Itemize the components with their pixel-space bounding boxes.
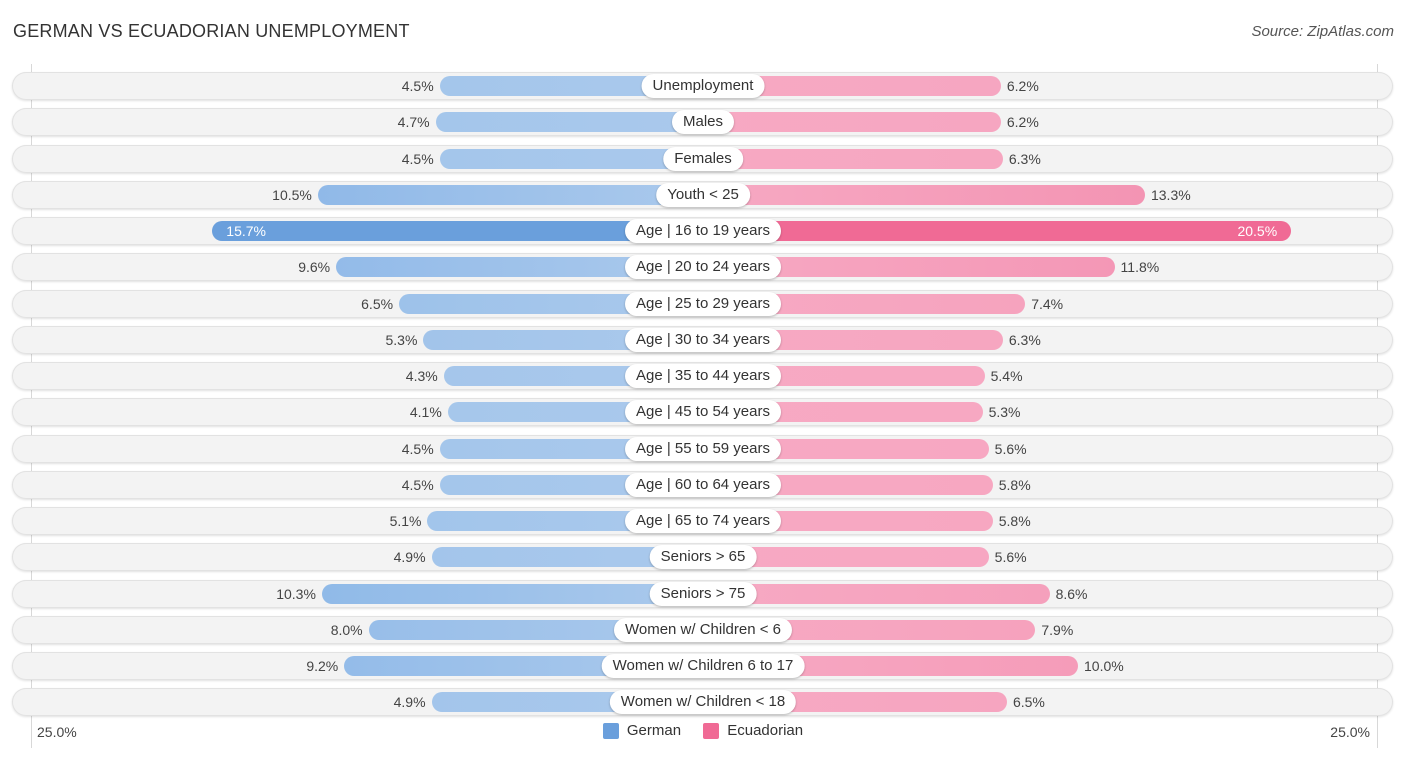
bar-ecuadorian[interactable] <box>703 221 1292 241</box>
value-label-ecuadorian: 5.6% <box>994 549 1027 566</box>
legend-label-ecuadorian: Ecuadorian <box>727 722 804 739</box>
category-label: Seniors > 75 <box>649 581 757 606</box>
value-label-german: 5.1% <box>389 513 422 529</box>
value-label-ecuadorian: 5.3% <box>988 404 1021 421</box>
category-label: Age | 55 to 59 years <box>625 436 781 461</box>
category-label: Age | 20 to 24 years <box>625 255 781 280</box>
category-label: Age | 35 to 44 years <box>625 364 781 388</box>
value-label-ecuadorian: 5.4% <box>990 368 1023 384</box>
legend-item-ecuadorian: Ecuadorian <box>703 722 803 739</box>
value-label-ecuadorian: 6.2% <box>1006 78 1039 94</box>
value-label-ecuadorian: 6.3% <box>1008 150 1041 167</box>
category-label: Women w/ Children < 18 <box>609 690 797 715</box>
value-label-ecuadorian: 5.8% <box>998 476 1031 493</box>
value-label-ecuadorian: 5.8% <box>998 513 1031 529</box>
category-label: Unemployment <box>641 74 765 98</box>
bar-ecuadorian[interactable] <box>703 148 1003 169</box>
category-label: Age | 45 to 54 years <box>625 400 781 425</box>
category-label: Youth < 25 <box>656 182 750 207</box>
value-label-ecuadorian: 20.5% <box>1237 223 1278 239</box>
value-label-german: 9.6% <box>298 259 331 276</box>
value-label-german: 4.5% <box>401 476 434 493</box>
category-label: Females <box>663 146 743 171</box>
bar-german[interactable] <box>321 583 703 604</box>
value-label-german: 5.3% <box>385 331 418 348</box>
value-label-ecuadorian: 5.6% <box>994 440 1027 457</box>
value-label-german: 4.5% <box>401 150 434 167</box>
category-label: Women w/ Children < 6 <box>613 617 793 642</box>
legend-item-german: German <box>602 722 682 739</box>
category-label: Age | 25 to 29 years <box>625 291 781 316</box>
value-label-ecuadorian: 7.4% <box>1031 295 1064 312</box>
category-label: Males <box>671 110 735 135</box>
value-label-german: 4.7% <box>397 114 430 131</box>
value-label-german: 4.9% <box>393 549 426 566</box>
value-label-german: 9.2% <box>306 658 339 674</box>
legend-label-german: German <box>626 722 682 739</box>
value-label-ecuadorian: 8.6% <box>1055 585 1088 602</box>
category-label: Women w/ Children 6 to 17 <box>601 654 805 678</box>
value-label-ecuadorian: 6.2% <box>1006 114 1039 131</box>
value-label-german: 10.3% <box>276 585 316 602</box>
value-label-ecuadorian: 6.5% <box>1012 694 1045 711</box>
value-label-german: 6.5% <box>361 295 394 312</box>
legend-swatch-ecuadorian <box>703 722 720 739</box>
value-label-ecuadorian: 13.3% <box>1150 186 1191 203</box>
value-label-ecuadorian: 7.9% <box>1041 621 1074 638</box>
chart-rows: 4.5% 6.2% Unemployment 4.7% 6.2% Males 4.5% 6.3… <box>0 0 1406 757</box>
value-label-german: 4.5% <box>401 78 434 94</box>
bar-ecuadorian[interactable] <box>703 112 1001 133</box>
legend: German Ecuadorian <box>0 722 1406 743</box>
value-label-german: 4.9% <box>393 694 426 711</box>
legend-swatch-german <box>602 722 619 739</box>
value-label-ecuadorian: 11.8% <box>1120 259 1160 276</box>
category-label: Seniors > 65 <box>649 545 757 570</box>
bar-german[interactable] <box>435 112 703 133</box>
category-label: Age | 16 to 19 years <box>625 219 781 243</box>
value-label-ecuadorian: 10.0% <box>1084 658 1124 674</box>
category-label: Age | 60 to 64 years <box>625 472 781 497</box>
value-label-german: 10.5% <box>272 186 312 203</box>
value-label-german: 15.7% <box>226 223 266 239</box>
category-label: Age | 65 to 74 years <box>625 509 781 533</box>
value-label-german: 4.1% <box>409 404 442 421</box>
bar-german[interactable] <box>317 184 703 205</box>
bar-ecuadorian[interactable] <box>703 184 1145 205</box>
value-label-german: 4.5% <box>401 440 434 457</box>
value-label-ecuadorian: 6.3% <box>1008 331 1041 348</box>
value-label-german: 8.0% <box>330 621 363 638</box>
category-label: Age | 30 to 34 years <box>625 327 781 352</box>
value-label-german: 4.3% <box>405 368 438 384</box>
